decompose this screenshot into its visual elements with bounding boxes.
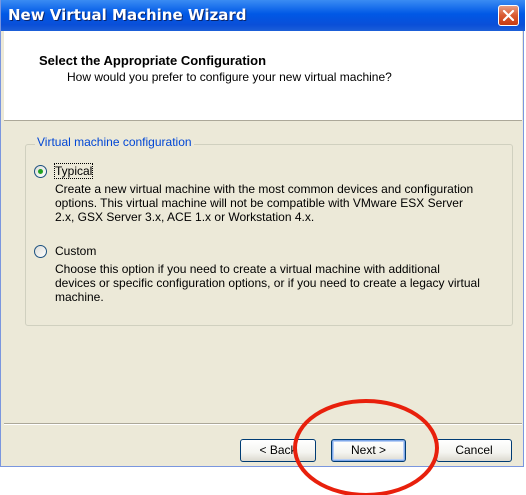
custom-label[interactable]: Custom [55,244,96,258]
window-title: New Virtual Machine Wizard [8,6,247,24]
config-group-legend: Virtual machine configuration [35,135,194,149]
cancel-button[interactable]: Cancel [436,439,512,462]
radio-selected-dot [38,169,43,174]
close-button[interactable] [498,5,519,26]
custom-description: Choose this option if you need to create… [55,262,480,304]
wizard-header: Select the Appropriate Configuration How… [4,31,522,121]
typical-description-line: Create a new virtual machine with the mo… [55,182,474,196]
typical-description-line: options. This virtual machine will not b… [55,196,463,210]
custom-radio[interactable] [34,245,47,258]
custom-description-line: machine. [55,290,104,304]
typical-label[interactable]: Typical [53,163,94,179]
custom-description-line: devices or specific configuration option… [55,276,480,290]
back-button[interactable]: < Back [240,439,316,462]
wizard-window: New Virtual Machine Wizard Select the Ap… [0,0,525,467]
button-separator [4,423,522,425]
next-button[interactable]: Next > [331,439,406,462]
typical-radio[interactable] [34,165,47,178]
custom-description-line: Choose this option if you need to create… [55,262,440,276]
page-subtitle: How would you prefer to configure your n… [67,70,392,84]
typical-description: Create a new virtual machine with the mo… [55,182,473,224]
typical-description-line: 2.x, GSX Server 3.x, ACE 1.x or Workstat… [55,210,315,224]
title-bar[interactable]: New Virtual Machine Wizard [1,0,525,31]
page-title: Select the Appropriate Configuration [39,53,267,68]
close-icon [502,9,515,22]
